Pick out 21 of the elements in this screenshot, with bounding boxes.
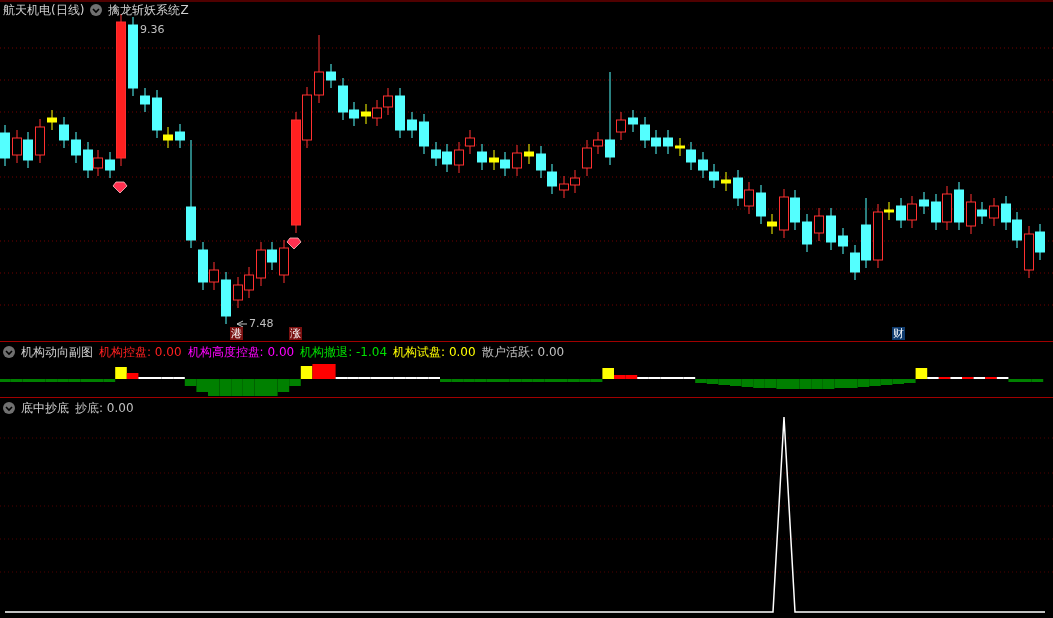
indicator-name: 擒龙斩妖系统Z: [108, 3, 189, 17]
indicator-value: 散户活跃: 0.00: [481, 345, 565, 359]
low-price-label: 7.48: [249, 317, 274, 330]
collapse-icon[interactable]: [3, 346, 15, 358]
indicator-value: 机构试盘: 0.00: [393, 345, 476, 359]
gem-icon: [112, 181, 128, 194]
event-marker: 涨: [289, 327, 302, 340]
indicator-value: 抄底: 0.00: [75, 401, 134, 415]
indicator-value: 机构高度控盘: 0.00: [187, 345, 295, 359]
stock-title: 航天机电(日线): [3, 3, 85, 17]
gem-icon: [286, 237, 302, 250]
indicator-value: 机构撤退: -1.04: [300, 345, 388, 359]
event-marker: 港: [230, 327, 243, 340]
panel-title: 底中抄底: [21, 401, 69, 415]
high-price-label: 9.36: [140, 23, 165, 36]
collapse-icon[interactable]: [90, 4, 103, 16]
event-marker: 财: [892, 327, 905, 340]
panel-title: 机构动向副图: [21, 345, 93, 359]
collapse-icon[interactable]: [3, 402, 15, 414]
indicator-value: 机构控盘: 0.00: [99, 345, 182, 359]
arrow-icon: [236, 320, 248, 328]
